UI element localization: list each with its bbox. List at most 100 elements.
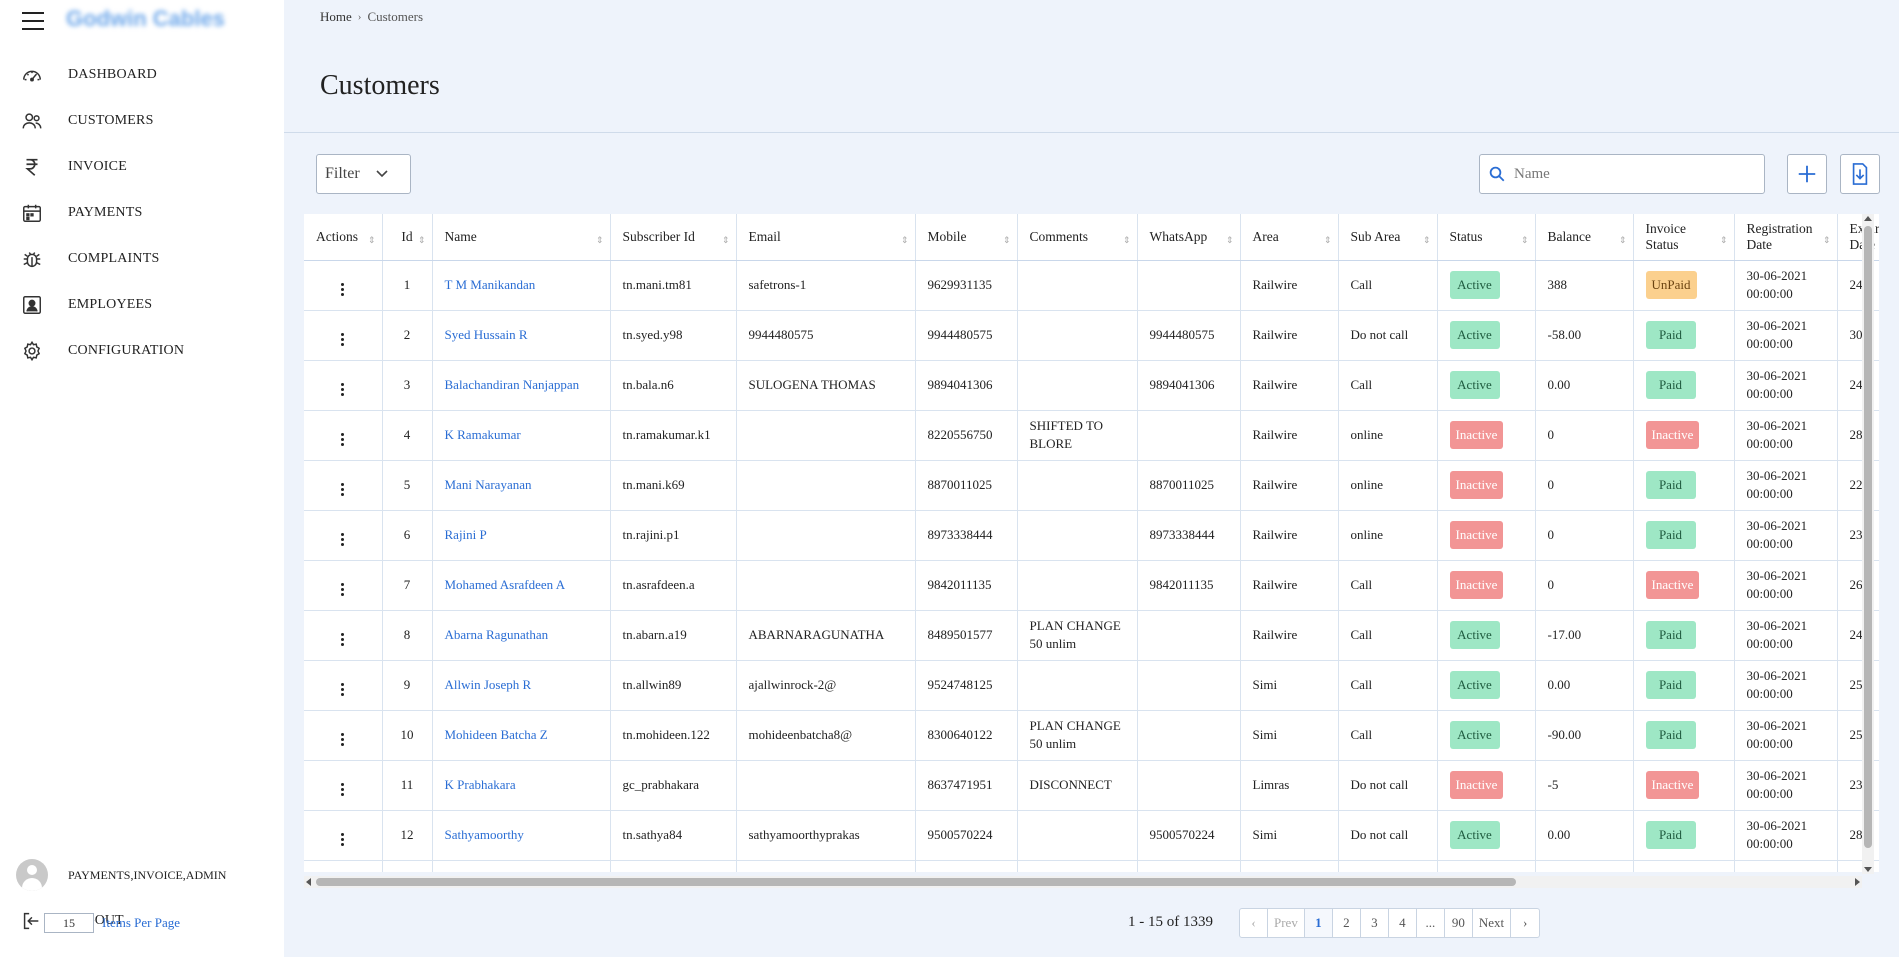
col-header-invoice-status[interactable]: Invoice Status ⇕ [1633, 214, 1735, 261]
table-row[interactable]: 8 Abarna Ragunathan tn.abarn.a19 ABARNARAGU… [304, 610, 1879, 661]
horizontal-scroll-thumb[interactable] [316, 878, 1516, 886]
kebab-menu-icon[interactable] [337, 431, 348, 448]
table-row[interactable]: 9 Allwin Joseph R tn.allwin89 ajallwinrock-… [304, 660, 1879, 711]
cell-text[interactable]: Mohideen Batcha Z [445, 727, 548, 742]
cell-name[interactable]: K Ramakumar [432, 410, 611, 461]
search-input[interactable] [1514, 165, 1744, 183]
cell-text[interactable]: T M Manikandan [445, 277, 536, 292]
table-row[interactable]: 7 Mohamed Asrafdeen A tn.asrafdeen.a 984201… [304, 560, 1879, 611]
sidebar-item-customers[interactable]: CUSTOMERS [0, 98, 284, 144]
table-row[interactable]: 5 Mani Narayanan tn.mani.k69 8870011025 8870… [304, 460, 1879, 511]
cell-text: tn.sathya84 [622, 827, 683, 842]
cell-name[interactable]: Syed Hussain R [432, 310, 611, 361]
vertical-scrollbar[interactable] [1862, 214, 1874, 874]
col-header-status[interactable]: Status ⇕ [1437, 214, 1536, 261]
col-header-comments[interactable]: Comments ⇕ [1017, 214, 1138, 261]
table-row[interactable]: 1 T M Manikandan tn.mani.tm81 safetrons-1 96… [304, 260, 1879, 311]
sidebar-item-complaints[interactable]: COMPLAINTS [0, 236, 284, 282]
cell-name[interactable]: T M Manikandan [432, 260, 611, 311]
kebab-menu-icon[interactable] [337, 781, 348, 798]
cell-name[interactable]: Balachandiran Nanjappan [432, 360, 611, 411]
sidebar-item-label: COMPLAINTS [68, 251, 160, 266]
cell-text: 26 [1849, 577, 1863, 592]
col-header-actions[interactable]: Actions ⇕ [304, 214, 383, 261]
table-row[interactable]: 13 [304, 860, 1879, 872]
sidebar-item-invoice[interactable]: INVOICE [0, 144, 284, 190]
cell-name[interactable]: Allwin Joseph R [432, 660, 611, 711]
cell-name[interactable]: K Prabhakara [432, 760, 611, 811]
page-button-first[interactable]: ‹ [1240, 909, 1268, 937]
col-header-id[interactable]: Id ⇕ [382, 214, 433, 261]
cell-name[interactable]: Mohideen Batcha Z [432, 710, 611, 761]
kebab-menu-icon[interactable] [337, 381, 348, 398]
cell-text[interactable]: Abarna Ragunathan [445, 627, 549, 642]
hamburger-menu-icon[interactable] [22, 12, 44, 30]
breadcrumb-home[interactable]: Home [320, 9, 352, 25]
col-header-sub-area[interactable]: Sub Area ⇕ [1338, 214, 1438, 261]
table-row[interactable]: 6 Rajini P tn.rajini.p1 8973338444 897333844… [304, 510, 1879, 561]
sidebar-item-employees[interactable]: EMPLOYEES [0, 282, 284, 328]
vertical-scroll-thumb[interactable] [1864, 226, 1872, 848]
kebab-menu-icon[interactable] [337, 831, 348, 848]
table-row[interactable]: 11 K Prabhakara gc_prabhakara 8637471951 DIS… [304, 760, 1879, 811]
kebab-menu-icon[interactable] [337, 331, 348, 348]
table-row[interactable]: 10 Mohideen Batcha Z tn.mohideen.122 mohide… [304, 710, 1879, 761]
sidebar-item-configuration[interactable]: CONFIGURATION [0, 328, 284, 374]
page-button-3[interactable]: 3 [1361, 909, 1389, 937]
table-row[interactable]: 4 K Ramakumar tn.ramakumar.k1 8220556750 SHI… [304, 410, 1879, 461]
horizontal-scrollbar[interactable] [304, 876, 1862, 888]
cell-text[interactable]: Mohamed Asrafdeen A [445, 577, 566, 592]
items-per-page-input[interactable] [44, 913, 94, 933]
col-header-email[interactable]: Email ⇕ [736, 214, 916, 261]
kebab-menu-icon[interactable] [337, 531, 348, 548]
cell-name[interactable]: Mani Narayanan [432, 460, 611, 511]
cell-text[interactable]: Balachandiran Nanjappan [445, 377, 580, 392]
sidebar-item-dashboard[interactable]: DASHBOARD [0, 52, 284, 98]
row-actions-cell [304, 360, 383, 411]
cell-text[interactable]: Allwin Joseph R [445, 677, 532, 692]
kebab-menu-icon[interactable] [337, 581, 348, 598]
col-header-registration-date[interactable]: Registration Date ⇕ [1734, 214, 1838, 261]
table-row[interactable]: 12 Sathyamoorthy tn.sathya84 sathyamoorthyp… [304, 810, 1879, 861]
cell-name[interactable]: Mohamed Asrafdeen A [432, 560, 611, 611]
page-button-4[interactable]: 4 [1389, 909, 1417, 937]
kebab-menu-icon[interactable] [337, 631, 348, 648]
col-header-balance[interactable]: Balance ⇕ [1535, 214, 1634, 261]
cell-name[interactable] [432, 860, 611, 872]
page-button-90[interactable]: 90 [1445, 909, 1473, 937]
cell-text[interactable]: K Prabhakara [445, 777, 516, 792]
page-button-next[interactable]: Next [1473, 909, 1512, 937]
cell-name[interactable]: Rajini P [432, 510, 611, 561]
cell-email: 9944480575 [736, 310, 916, 361]
page-button-2[interactable]: 2 [1333, 909, 1361, 937]
table-row[interactable]: 2 Syed Hussain R tn.syed.y98 9944480575 9944… [304, 310, 1879, 361]
cell-text[interactable]: K Ramakumar [445, 427, 521, 442]
col-header-subscriber-id[interactable]: Subscriber Id ⇕ [610, 214, 737, 261]
col-header-whatsapp[interactable]: WhatsApp ⇕ [1137, 214, 1241, 261]
kebab-menu-icon[interactable] [337, 281, 348, 298]
page-button-1[interactable]: 1 [1304, 909, 1333, 937]
col-header-mobile[interactable]: Mobile ⇕ [915, 214, 1018, 261]
cell-text[interactable]: Rajini P [445, 527, 487, 542]
table-row[interactable]: 3 Balachandiran Nanjappan tn.bala.n6 SULOGE… [304, 360, 1879, 411]
cell-name[interactable]: Sathyamoorthy [432, 810, 611, 861]
col-header-area[interactable]: Area ⇕ [1240, 214, 1339, 261]
cell-email: sathyamoorthyprakas [736, 810, 916, 861]
kebab-menu-icon[interactable] [337, 731, 348, 748]
add-customer-button[interactable] [1787, 154, 1827, 194]
kebab-menu-icon[interactable] [337, 681, 348, 698]
download-button[interactable] [1840, 154, 1880, 194]
filter-dropdown[interactable]: Filter [316, 154, 411, 194]
cell-text: tn.syed.y98 [622, 327, 683, 342]
page-button-last[interactable]: › [1511, 909, 1539, 937]
col-header-name[interactable]: Name ⇕ [432, 214, 611, 261]
cell-text[interactable]: Sathyamoorthy [445, 827, 524, 842]
user-profile[interactable]: PAYMENTS,INVOICE,ADMIN [0, 852, 284, 898]
sidebar-item-payments[interactable]: PAYMENTS [0, 190, 284, 236]
cell-text[interactable]: Mani Narayanan [445, 477, 532, 492]
kebab-menu-icon[interactable] [337, 481, 348, 498]
page-button-prev[interactable]: Prev [1268, 909, 1305, 937]
cell-name[interactable]: Abarna Ragunathan [432, 610, 611, 661]
cell-invoice-status: Inactive [1633, 560, 1735, 611]
cell-text[interactable]: Syed Hussain R [445, 327, 528, 342]
